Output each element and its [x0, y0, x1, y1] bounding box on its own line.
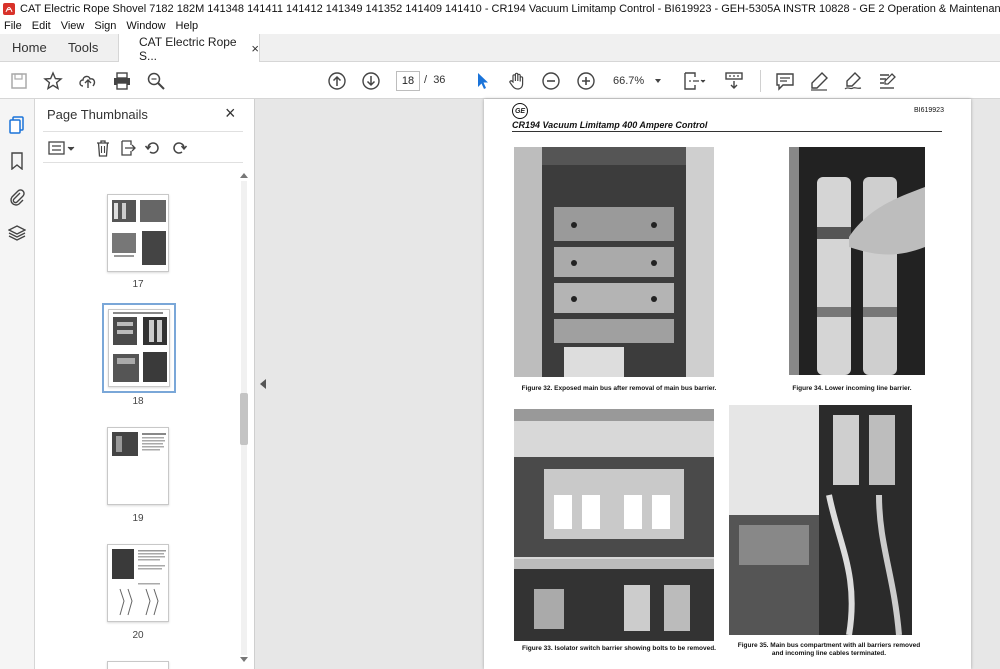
- page-number-input[interactable]: 18: [396, 71, 420, 91]
- ge-logo: GE: [512, 103, 528, 119]
- zoom-out-icon[interactable]: [540, 70, 562, 92]
- page-thumbnail-20[interactable]: [107, 544, 169, 622]
- zoom-level-dropdown[interactable]: 66.7%: [609, 71, 665, 91]
- thumbnail-label-20: 20: [132, 630, 144, 641]
- zoom-in-icon[interactable]: [575, 70, 597, 92]
- menu-help[interactable]: Help: [176, 20, 199, 32]
- select-cursor-icon[interactable]: [472, 70, 494, 92]
- thumbnail-preview: [112, 549, 166, 616]
- page-total: 36: [433, 74, 446, 86]
- document-title: CR194 Vacuum Limitamp 400 Ampere Control: [512, 120, 708, 130]
- collapse-panel-arrow-icon[interactable]: [260, 379, 266, 389]
- zoom-level-value: 66.7%: [613, 75, 645, 87]
- thumbnail-options-icon[interactable]: [47, 138, 77, 158]
- thumbnail-label-17: 17: [132, 279, 144, 290]
- menu-bar: File Edit View Sign Window Help: [0, 17, 1000, 34]
- scroll-mode-icon[interactable]: [723, 70, 745, 92]
- window-title: CAT Electric Rope Shovel 7182 182M 14134…: [20, 2, 1000, 15]
- tab-tools[interactable]: Tools: [68, 34, 98, 62]
- close-panel-icon[interactable]: ×: [225, 103, 236, 124]
- scroll-thumb[interactable]: [240, 393, 248, 445]
- figure-32-caption: Figure 32. Exposed main bus after remova…: [521, 385, 717, 392]
- menu-file[interactable]: File: [4, 20, 22, 32]
- tab-document-label: CAT Electric Rope S...: [139, 34, 237, 63]
- figure-33-caption: Figure 33. Isolator switch barrier showi…: [522, 645, 716, 652]
- thumbnail-preview: [112, 200, 166, 265]
- tab-document[interactable]: CAT Electric Rope S... ×: [118, 34, 260, 63]
- figure-33-photo: [514, 409, 714, 641]
- hand-tool-icon[interactable]: [506, 70, 528, 92]
- document-code: BI619923: [914, 107, 944, 114]
- thumbnail-toolbar: [43, 131, 243, 163]
- thumbnail-label-19: 19: [132, 513, 144, 524]
- bookmarks-icon[interactable]: [7, 151, 27, 171]
- figure-32-photo: [514, 147, 714, 377]
- cloud-upload-icon[interactable]: [77, 70, 99, 92]
- thumbnail-preview: [112, 432, 166, 456]
- sign-icon[interactable]: [842, 70, 864, 92]
- menu-view[interactable]: View: [61, 20, 85, 32]
- menu-window[interactable]: Window: [126, 20, 165, 32]
- acrobat-app-icon: [3, 2, 15, 15]
- thumbnail-scrollbar[interactable]: [238, 169, 250, 667]
- rotate-counterclockwise-icon[interactable]: [143, 138, 163, 158]
- thumbnail-label-18: 18: [132, 396, 144, 407]
- figure-35-caption: Figure 35. Main bus compartment with all…: [737, 642, 921, 657]
- tab-home[interactable]: Home: [12, 34, 47, 62]
- previous-page-icon[interactable]: [326, 70, 348, 92]
- page-count: / 36: [424, 74, 445, 86]
- extract-pages-icon[interactable]: [118, 138, 138, 158]
- scroll-up-arrow-icon[interactable]: [240, 173, 248, 178]
- page-thumbnails-icon[interactable]: [7, 115, 27, 135]
- highlight-pen-icon[interactable]: [808, 70, 830, 92]
- tab-bar: Home Tools CAT Electric Rope S... ×: [0, 34, 1000, 63]
- toolbar-divider: [760, 70, 761, 92]
- title-bar: CAT Electric Rope Shovel 7182 182M 14134…: [0, 0, 1000, 17]
- figure-34-photo: [789, 147, 925, 375]
- bookmark-star-icon[interactable]: [42, 70, 64, 92]
- chevron-down-icon: [655, 79, 661, 83]
- pdf-page: GE BI619923 CR194 Vacuum Limitamp 400 Am…: [484, 99, 971, 669]
- thumbnail-preview: [113, 312, 167, 382]
- rotate-clockwise-icon[interactable]: [169, 138, 189, 158]
- header-rule: [512, 131, 942, 132]
- panel-title: Page Thumbnails: [47, 107, 148, 122]
- delete-pages-icon[interactable]: [93, 138, 113, 158]
- layers-icon[interactable]: [7, 223, 27, 243]
- page-thumbnail-partial[interactable]: [107, 661, 169, 669]
- close-tab-icon[interactable]: ×: [251, 41, 259, 56]
- main-toolbar: 18 / 36 66.7%: [0, 62, 1000, 99]
- scroll-down-arrow-icon[interactable]: [240, 657, 248, 662]
- page-thumbnail-17[interactable]: [107, 194, 169, 272]
- menu-edit[interactable]: Edit: [32, 20, 51, 32]
- left-navigation-rail: [0, 99, 35, 669]
- attachments-icon[interactable]: [7, 187, 27, 207]
- fill-sign-edit-icon[interactable]: [876, 70, 898, 92]
- print-icon[interactable]: [111, 70, 133, 92]
- page-thumbnail-18[interactable]: [102, 303, 176, 393]
- figure-35-photo: [729, 405, 912, 635]
- document-viewport[interactable]: GE BI619923 CR194 Vacuum Limitamp 400 Am…: [255, 99, 1000, 669]
- figure-34-caption: Figure 34. Lower incoming line barrier.: [792, 385, 912, 392]
- next-page-icon[interactable]: [360, 70, 382, 92]
- find-zoom-icon[interactable]: [145, 70, 167, 92]
- page-thumbnails-panel: Page Thumbnails × 17 18 19 20: [35, 99, 255, 669]
- save-icon[interactable]: [8, 70, 30, 92]
- page-thumbnail-19[interactable]: [107, 427, 169, 505]
- page-separator: /: [424, 74, 428, 86]
- menu-sign[interactable]: Sign: [94, 20, 116, 32]
- fit-page-icon[interactable]: [680, 70, 708, 92]
- comment-icon[interactable]: [774, 70, 796, 92]
